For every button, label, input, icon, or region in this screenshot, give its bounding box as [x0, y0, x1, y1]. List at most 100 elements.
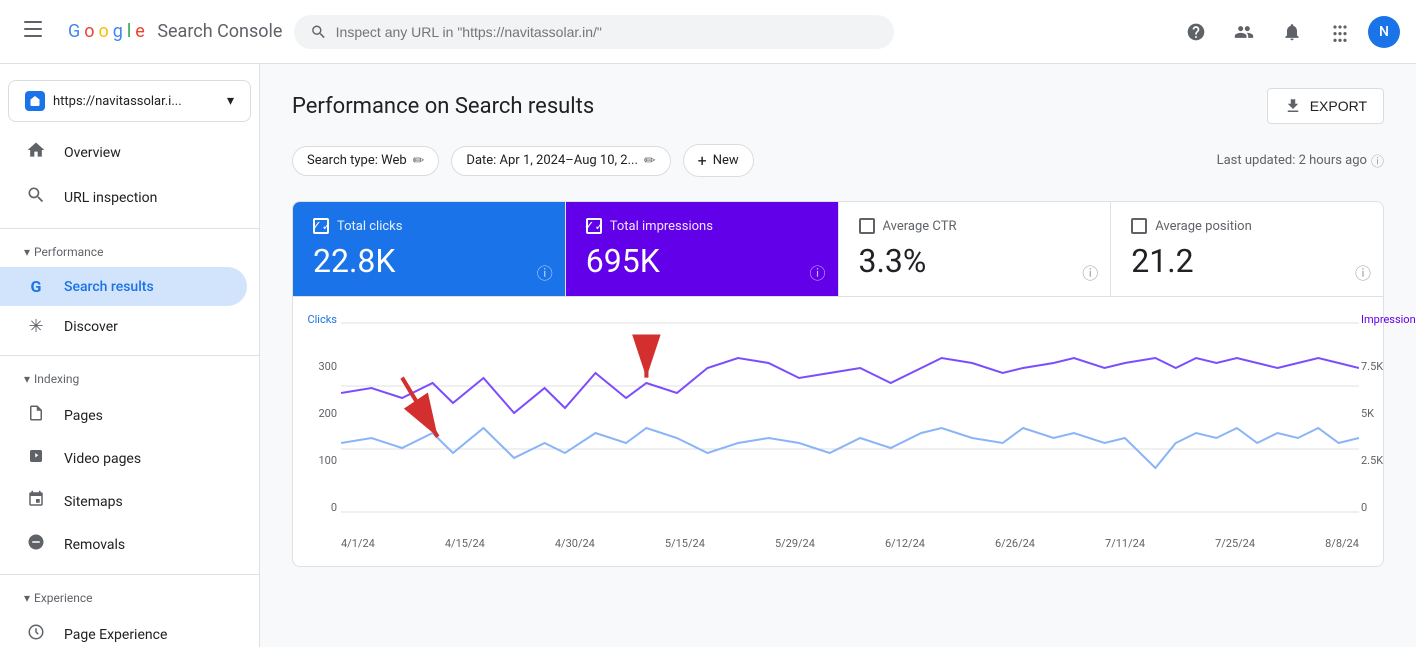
average-ctr-help-icon: ⓘ	[1082, 260, 1098, 284]
chart-svg	[341, 313, 1359, 533]
property-url: https://navitassolar.i...	[53, 94, 219, 109]
average-position-label: Average position	[1155, 219, 1252, 234]
discover-icon: ✳	[24, 316, 48, 337]
date-range-filter[interactable]: Date: Apr 1, 2024–Aug 10, 2... ✏	[451, 146, 670, 176]
metric-average-ctr[interactable]: Average CTR 3.3% ⓘ	[839, 202, 1112, 296]
chevron-down-icon-2: ▾	[24, 372, 30, 386]
main-content: Performance on Search results EXPORT Sea…	[260, 64, 1416, 647]
average-position-help-icon: ⓘ	[1355, 260, 1371, 284]
google-g-icon: G	[24, 277, 48, 296]
export-button[interactable]: EXPORT	[1267, 88, 1384, 124]
help-circle-icon: ⓘ	[1371, 151, 1384, 170]
sidebar-item-removals[interactable]: Removals	[0, 523, 247, 566]
grid-icon[interactable]	[1320, 12, 1360, 52]
app-logo: Google Search Console	[68, 21, 282, 42]
date-range-label: Date: Apr 1, 2024–Aug 10, 2...	[466, 153, 637, 168]
sidebar-item-search-results[interactable]: G Search results	[0, 267, 247, 306]
y-axis-left: Clicks 300 200 100 0	[297, 313, 337, 514]
pages-icon	[24, 404, 48, 427]
sidebar-item-pages[interactable]: Pages	[0, 394, 247, 437]
last-updated-text: Last updated: 2 hours ago	[1217, 153, 1367, 168]
sidebar-section-experience-label: Experience	[34, 591, 93, 605]
chart-container: Clicks 300 200 100 0 Impressions 7.5K 5K…	[292, 297, 1384, 567]
sidebar-item-page-experience[interactable]: Page Experience	[0, 613, 247, 647]
total-impressions-checkbox[interactable]: ✓	[586, 218, 602, 234]
total-clicks-value: 22.8K	[313, 242, 545, 280]
average-ctr-label: Average CTR	[883, 219, 957, 234]
topbar: Google Search Console N	[0, 0, 1416, 64]
sidebar: https://navitassolar.i... ▾ Overview URL…	[0, 64, 260, 647]
new-filter-button[interactable]: + New	[683, 144, 754, 177]
main-layout: https://navitassolar.i... ▾ Overview URL…	[0, 64, 1416, 647]
people-icon[interactable]	[1224, 12, 1264, 52]
metric-average-ctr-header: Average CTR	[859, 218, 1091, 234]
chevron-right-icon: ▾	[24, 591, 30, 605]
help-icon[interactable]	[1176, 12, 1216, 52]
sidebar-section-experience[interactable]: ▾ Experience	[0, 583, 259, 613]
sidebar-item-removals-label: Removals	[64, 537, 125, 553]
search-type-label: Search type: Web	[307, 153, 407, 168]
sidebar-section-indexing[interactable]: ▾ Indexing	[0, 364, 259, 394]
new-button-label: New	[713, 153, 739, 168]
sidebar-item-video-pages-label: Video pages	[64, 451, 141, 467]
metric-average-position[interactable]: Average position 21.2 ⓘ	[1111, 202, 1383, 296]
sidebar-item-search-results-label: Search results	[64, 279, 154, 295]
menu-icon[interactable]	[16, 9, 56, 54]
edit-icon-search-type: ✏	[413, 153, 425, 169]
average-ctr-checkbox[interactable]	[859, 218, 875, 234]
search-small-icon	[24, 185, 48, 210]
property-selector[interactable]: https://navitassolar.i... ▾	[8, 80, 251, 122]
sidebar-divider-1	[0, 228, 259, 229]
sidebar-divider-3	[0, 574, 259, 575]
sidebar-item-overview-label: Overview	[64, 145, 121, 161]
sidebar-item-sitemaps[interactable]: Sitemaps	[0, 480, 247, 523]
sidebar-item-page-experience-label: Page Experience	[64, 627, 167, 643]
edit-icon-date-range: ✏	[644, 153, 656, 169]
metrics-row: ✓ Total clicks 22.8K ⓘ ✓ Total impressio…	[292, 201, 1384, 297]
total-impressions-value: 695K	[586, 242, 818, 280]
y-left-title: Clicks	[297, 313, 337, 326]
y-axis-right: Impressions 7.5K 5K 2.5K 0	[1361, 313, 1403, 514]
url-search-bar[interactable]	[294, 15, 894, 49]
y-right-title: Impressions	[1361, 313, 1403, 326]
sidebar-item-overview[interactable]: Overview	[0, 130, 247, 175]
average-position-checkbox[interactable]	[1131, 218, 1147, 234]
total-clicks-checkbox[interactable]: ✓	[313, 218, 329, 234]
avatar[interactable]: N	[1368, 16, 1400, 48]
total-clicks-label: Total clicks	[337, 219, 402, 234]
topbar-right-icons: N	[1176, 12, 1400, 52]
metric-total-clicks[interactable]: ✓ Total clicks 22.8K ⓘ	[293, 202, 566, 296]
total-impressions-help-icon: ⓘ	[809, 260, 825, 284]
page-title: Performance on Search results	[292, 94, 594, 119]
metric-total-impressions-header: ✓ Total impressions	[586, 218, 818, 234]
bell-icon[interactable]	[1272, 12, 1312, 52]
sidebar-item-url-inspection[interactable]: URL inspection	[0, 175, 247, 220]
sidebar-section-indexing-label: Indexing	[34, 372, 79, 386]
url-search-input[interactable]	[336, 24, 879, 40]
sidebar-divider-2	[0, 355, 259, 356]
average-position-value: 21.2	[1131, 242, 1363, 280]
sidebar-item-discover-label: Discover	[64, 319, 118, 335]
last-updated: Last updated: 2 hours ago ⓘ	[1217, 151, 1384, 170]
search-type-filter[interactable]: Search type: Web ✏	[292, 146, 439, 176]
home-icon	[24, 140, 48, 165]
plus-icon: +	[698, 151, 707, 170]
metric-total-impressions[interactable]: ✓ Total impressions 695K ⓘ	[566, 202, 839, 296]
sidebar-section-performance[interactable]: ▾ Performance	[0, 237, 259, 267]
filters-row: Search type: Web ✏ Date: Apr 1, 2024–Aug…	[292, 144, 1384, 177]
metrics-chart-wrapper: ✓ Total clicks 22.8K ⓘ ✓ Total impressio…	[292, 201, 1384, 567]
sitemaps-icon	[24, 490, 48, 513]
video-pages-icon	[24, 447, 48, 470]
total-impressions-label: Total impressions	[610, 219, 713, 234]
metric-average-position-header: Average position	[1131, 218, 1363, 234]
sidebar-item-video-pages[interactable]: Video pages	[0, 437, 247, 480]
metric-total-clicks-header: ✓ Total clicks	[313, 218, 545, 234]
property-icon	[25, 91, 45, 111]
sidebar-item-pages-label: Pages	[64, 408, 103, 424]
sidebar-item-discover[interactable]: ✳ Discover	[0, 306, 247, 347]
x-axis-labels: 4/1/24 4/15/24 4/30/24 5/15/24 5/29/24 6…	[341, 537, 1359, 550]
total-clicks-help-icon: ⓘ	[537, 260, 553, 284]
sidebar-section-performance-label: Performance	[34, 245, 103, 259]
sidebar-item-url-inspection-label: URL inspection	[64, 190, 157, 206]
page-header: Performance on Search results EXPORT	[292, 88, 1384, 124]
